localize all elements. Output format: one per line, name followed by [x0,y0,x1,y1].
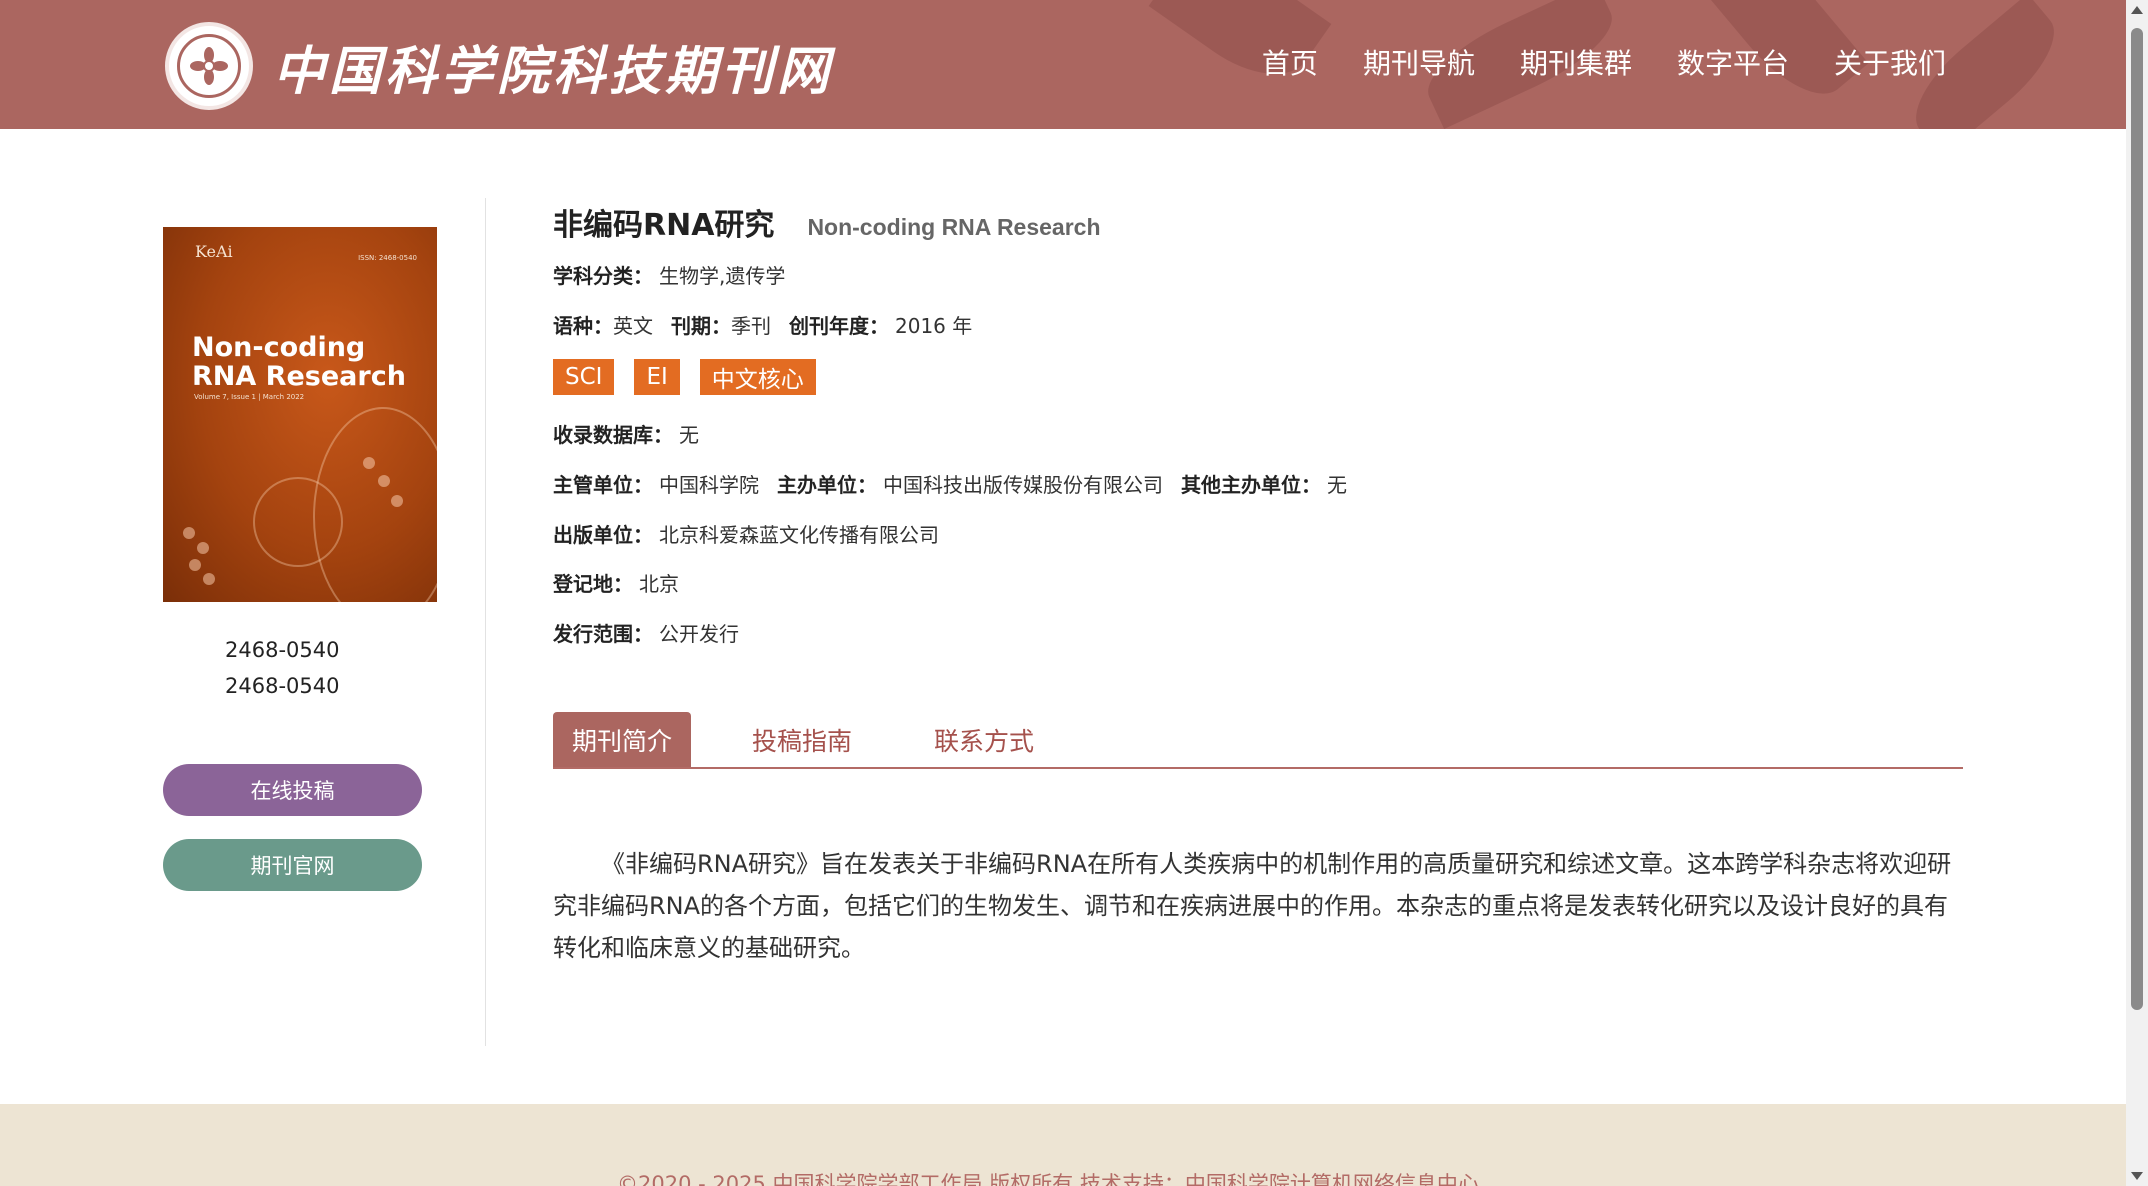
journal-website-button[interactable]: 期刊官网 [163,839,422,891]
journal-title-cn: 非编码RNA研究 [553,208,775,243]
index-tags: SCI EI 中文核心 [553,359,816,395]
registration-label: 登记地： [553,572,633,596]
journal-title-en: Non-coding RNA Research [807,214,1101,240]
frequency-label: 刊期： [671,314,731,338]
main-nav: 首页 期刊导航 期刊集群 数字平台 关于我们 [1262,42,1946,82]
site-footer: ©2020 - 2025 中国科学院学部工作局 版权所有 技术支持：中国科学院计… [0,1104,2126,1186]
site-logo[interactable]: 中国科学院科技期刊网 [165,22,833,110]
cover-issn: ISSN: 2468-0540 [358,254,417,262]
other-sponsor-label: 其他主办单位： [1181,473,1321,497]
site-title: 中国科学院科技期刊网 [273,40,834,102]
scroll-down-arrow-icon[interactable] [2131,1172,2143,1180]
tag-sci: SCI [553,359,615,395]
online-submission-button[interactable]: 在线投稿 [163,764,422,816]
footer-copyright: ©2020 - 2025 中国科学院学部工作局 版权所有 技术支持：中国科学院计… [617,1172,1479,1186]
distribution-value: 公开发行 [659,622,739,646]
tag-chinese-core: 中文核心 [699,359,816,395]
supervisor-label: 主管单位： [553,473,653,497]
nav-journal-navigation[interactable]: 期刊导航 [1363,42,1475,82]
founded-label: 创刊年度： [789,314,889,338]
journal-cover-image: KeAi ISSN: 2468-0540 Non-coding RNA Rese… [163,227,437,602]
column-divider [485,198,486,1046]
subject-label: 学科分类： [553,264,653,288]
subject-row: 学科分类： 生物学,遗传学 [553,260,785,289]
scroll-up-arrow-icon[interactable] [2131,6,2143,14]
publisher-value: 北京科爱森蓝文化传播有限公司 [659,523,939,547]
site-header: 中国科学院科技期刊网 首页 期刊导航 期刊集群 数字平台 关于我们 [0,0,2126,129]
frequency-value: 季刊 [731,314,771,338]
tab-journal-intro[interactable]: 期刊简介 [553,712,692,767]
issn-online: 2468-0540 [225,674,340,698]
language-row: 语种： 英文 刊期： 季刊 创刊年度： 2016 年 [553,310,972,339]
issn-print: 2468-0540 [225,638,340,662]
nav-home[interactable]: 首页 [1262,42,1318,82]
nav-journal-cluster[interactable]: 期刊集群 [1520,42,1632,82]
other-sponsor-value: 无 [1327,473,1347,497]
nav-about-us[interactable]: 关于我们 [1834,42,1946,82]
journal-intro-text: 《非编码RNA研究》旨在发表关于非编码RNA在所有人类疾病中的机制作用的高质量研… [553,850,1952,962]
journal-title: 非编码RNA研究 Non-coding RNA Research [553,200,1101,244]
publisher-row: 出版单位： 北京科爱森蓝文化传播有限公司 [553,519,939,548]
sponsor-label: 主办单位： [777,473,877,497]
cover-title: Non-coding RNA Research [192,332,406,392]
cover-publisher: KeAi [195,242,233,261]
tab-submission-guide[interactable]: 投稿指南 [733,712,871,767]
registration-value: 北京 [639,572,679,596]
subject-value: 生物学,遗传学 [659,264,786,288]
database-value: 无 [679,423,699,447]
page-scrollbar[interactable] [2126,0,2148,1186]
nav-digital-platform[interactable]: 数字平台 [1677,42,1789,82]
sponsor-row: 主管单位： 中国科学院 主办单位： 中国科技出版传媒股份有限公司 其他主办单位：… [553,469,1347,498]
distribution-label: 发行范围： [553,622,653,646]
tag-ei: EI [634,359,680,395]
sponsor-value: 中国科技出版传媒股份有限公司 [883,473,1163,497]
language-label: 语种： [553,314,613,338]
supervisor-value: 中国科学院 [659,473,759,497]
info-tabs: 期刊简介 投稿指南 联系方式 [553,712,1963,769]
scrollbar-thumb[interactable] [2131,28,2143,1010]
founded-value: 2016 年 [895,314,973,338]
cas-emblem-icon [165,22,253,110]
language-value: 英文 [613,314,653,338]
database-row: 收录数据库： 无 [553,419,699,448]
publisher-label: 出版单位： [553,523,653,547]
database-label: 收录数据库： [553,423,673,447]
registration-row: 登记地： 北京 [553,568,679,597]
distribution-row: 发行范围： 公开发行 [553,618,739,647]
tab-contact[interactable]: 联系方式 [915,712,1053,767]
cover-ring-decoration [253,477,343,567]
cover-volume: Volume 7, Issue 1 | March 2022 [194,393,305,401]
